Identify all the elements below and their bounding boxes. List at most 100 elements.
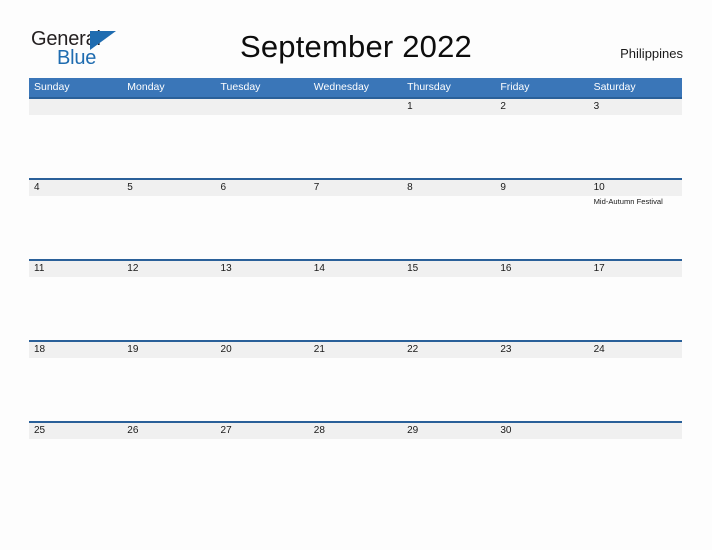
calendar-day-cell[interactable]: 24 [589,342,682,359]
calendar-day-cell[interactable]: 8 [402,180,495,206]
day-events: Mid-Autumn Festival [594,196,682,206]
calendar-day-cell[interactable]: 19 [122,342,215,359]
calendar-day-cell[interactable]: 25 [29,423,122,440]
day-events [127,439,215,440]
calendar-day-cell[interactable]: 12 [122,261,215,278]
calendar-day-cell[interactable]: 27 [216,423,309,440]
weekday-header-row: Sunday Monday Tuesday Wednesday Thursday… [29,78,682,97]
calendar-day-cell[interactable]: 17 [589,261,682,278]
calendar-day-cell[interactable]: 7 [309,180,402,206]
day-events [594,277,682,278]
calendar-day-cell[interactable]: 11 [29,261,122,278]
calendar-day-cell[interactable]: 3 [589,99,682,116]
calendar-week-row: 4 5 6 7 8 9 10 Mid-Autumn Festival [29,178,682,259]
event-label[interactable]: Mid-Autumn Festival [594,197,682,206]
day-events [314,196,402,197]
day-number: 22 [407,344,419,355]
calendar-day-cell[interactable]: 4 [29,180,122,206]
day-number: 23 [500,344,512,355]
page-header: General Blue September 2022 Philippines [0,0,712,76]
calendar-day-cell[interactable]: 14 [309,261,402,278]
day-number: 21 [313,344,325,355]
day-events [500,196,588,197]
weekday-header-tuesday: Tuesday [220,81,261,93]
calendar-day-cell[interactable]: 6 [216,180,309,206]
calendar-day-cell[interactable]: 5 [122,180,215,206]
day-number: 28 [313,425,325,436]
calendar-day-cell[interactable] [29,99,122,116]
week-days: 1 2 3 [29,99,682,116]
day-events [127,277,215,278]
day-events [500,358,588,359]
day-number: 24 [593,344,605,355]
weekday-header-friday: Friday [500,81,530,93]
calendar-day-cell[interactable]: 28 [309,423,402,440]
calendar-day-cell[interactable]: 1 [402,99,495,116]
calendar-day-cell[interactable] [309,99,402,116]
weekday-header-monday: Monday [127,81,165,93]
day-events [221,358,309,359]
calendar-day-cell[interactable] [589,423,682,440]
weekday-header-sunday: Sunday [34,81,70,93]
day-number: 25 [34,425,46,436]
calendar-page: General Blue September 2022 Philippines … [0,0,712,550]
day-events [34,196,122,197]
calendar-day-cell[interactable] [216,99,309,116]
day-number: 20 [220,344,232,355]
day-number: 29 [407,425,419,436]
calendar-day-cell[interactable]: 20 [216,342,309,359]
day-number [314,99,402,115]
calendar-day-cell[interactable]: 22 [402,342,495,359]
page-title: September 2022 [239,29,472,64]
day-number [34,99,122,115]
calendar-day-cell[interactable]: 30 [495,423,588,440]
country-label: Philippines [620,46,683,61]
calendar-week-row: 11 12 13 14 15 16 17 [29,259,682,340]
day-number: 12 [127,263,139,274]
day-events [314,277,402,278]
day-number: 5 [127,182,133,193]
day-number: 19 [127,344,139,355]
weekday-header-thursday: Thursday [407,81,451,93]
calendar-weeks: 1 2 3 4 5 6 7 8 9 10 Mid-Autumn Festival 11 12 13 14 15… [29,97,682,481]
day-events [407,196,495,197]
day-number: 7 [313,182,320,193]
day-events [314,439,402,440]
calendar-day-cell[interactable]: 26 [122,423,215,440]
calendar-day-cell[interactable]: 29 [402,423,495,440]
calendar-day-cell[interactable]: 2 [495,99,588,116]
calendar-day-cell[interactable]: 18 [29,342,122,359]
calendar-day-cell[interactable]: 9 [495,180,588,206]
calendar-week-row: 18 19 20 21 22 23 24 [29,340,682,421]
day-number: 27 [220,425,232,436]
week-days: 25 26 27 28 29 30 [29,423,682,440]
day-number: 2 [500,101,506,112]
day-events [34,439,122,440]
day-number: 13 [220,263,232,274]
day-events [407,277,495,278]
day-number: 14 [313,263,325,274]
weekday-header-saturday: Saturday [593,81,636,93]
day-events [500,115,588,116]
day-number: 15 [407,263,419,274]
day-number: 6 [220,182,227,193]
day-events [500,277,588,278]
calendar-day-cell[interactable]: 13 [216,261,309,278]
day-events [34,115,122,116]
calendar-day-cell[interactable]: 23 [495,342,588,359]
day-number: 30 [500,425,512,436]
week-days: 4 5 6 7 8 9 10 Mid-Autumn Festival [29,180,682,206]
day-number: 9 [500,182,506,193]
calendar-day-cell[interactable]: 16 [495,261,588,278]
week-days: 11 12 13 14 15 16 17 [29,261,682,278]
day-events [127,358,215,359]
calendar-day-cell[interactable] [122,99,215,116]
day-events [34,358,122,359]
calendar-day-cell[interactable]: 21 [309,342,402,359]
day-events [221,196,309,197]
day-number [594,423,682,439]
calendar-day-cell[interactable]: 10 Mid-Autumn Festival [589,180,682,206]
calendar-day-cell[interactable]: 15 [402,261,495,278]
day-events [500,439,588,440]
day-number: 18 [34,344,46,355]
